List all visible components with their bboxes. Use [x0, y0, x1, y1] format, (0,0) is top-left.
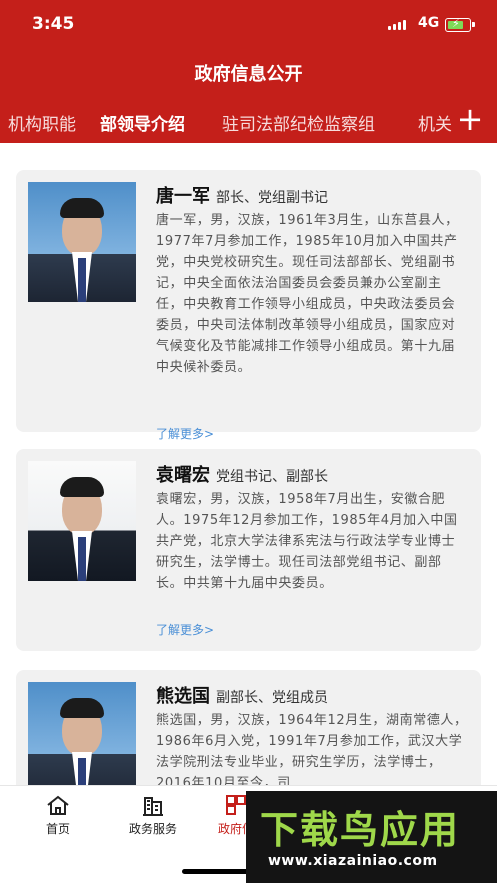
- add-tab-icon[interactable]: +: [455, 103, 485, 135]
- leader-role: 副部长、党组成员: [216, 690, 328, 706]
- status-time: 3:45: [32, 14, 75, 34]
- watermark-text: 下载鸟应用: [260, 808, 461, 852]
- leader-list: 唐一军 部长、党组副书记 唐一军，男，汉族，1961年3月生，山东莒县人，1977…: [0, 143, 497, 785]
- leader-card[interactable]: 唐一军 部长、党组副书记 唐一军，男，汉族，1961年3月生，山东莒县人，1977…: [16, 170, 481, 441]
- tabbar-home[interactable]: 首页: [18, 794, 98, 837]
- leader-role: 部长、党组副书记: [216, 190, 328, 206]
- signal-icon: [388, 20, 406, 30]
- tabbar-home-label: 首页: [45, 822, 70, 836]
- leader-photo: [28, 461, 136, 581]
- leader-photo: [28, 182, 136, 302]
- leader-role: 党组书记、副部长: [216, 469, 328, 485]
- leader-bio: 熊选国，男，汉族，1964年12月生，湖南常德人，1986年6月入党，1991年…: [156, 713, 468, 785]
- leader-bio: 唐一军，男，汉族，1961年3月生，山东莒县人，1977年7月参加工作，1985…: [156, 213, 459, 375]
- tab-discipline-inspection[interactable]: 驻司法部纪检监察组: [222, 110, 375, 135]
- learn-more-link[interactable]: 了解更多>: [156, 621, 214, 638]
- tabbar-services[interactable]: 政务服务: [113, 794, 193, 837]
- app-header: 3:45 4G ⚡ 政府信息公开 机构职能 部领导介绍 驻司法部纪检监察组 机关…: [0, 0, 497, 143]
- leader-bio: 袁曙宏，男，汉族，1958年7月出生，安徽合肥人。1975年12月参加工作，19…: [156, 492, 458, 591]
- leader-name: 唐一军 部长、党组副书记: [156, 186, 328, 207]
- network-type: 4G: [418, 15, 440, 31]
- watermark-url: www.xiazainiao.com: [268, 853, 438, 869]
- tabbar-services-label: 政务服务: [128, 822, 177, 836]
- building-icon: [143, 797, 163, 816]
- tab-organs[interactable]: 机关: [418, 110, 452, 135]
- leader-name: 袁曙宏 党组书记、副部长: [156, 465, 328, 486]
- page-title: 政府信息公开: [194, 64, 303, 85]
- tab-institution-functions[interactable]: 机构职能: [8, 110, 76, 135]
- leader-card[interactable]: 熊选国 副部长、党组成员 熊选国，男，汉族，1964年12月生，湖南常德人，198…: [16, 670, 481, 785]
- battery-icon: ⚡: [445, 17, 475, 32]
- home-icon: [47, 795, 69, 815]
- tab-ministry-leaders[interactable]: 部领导介绍: [100, 110, 185, 135]
- leader-name: 熊选国 副部长、党组成员: [156, 686, 328, 707]
- watermark: 下载鸟应用 www.xiazainiao.com: [246, 791, 497, 883]
- learn-more-link[interactable]: 了解更多>: [156, 425, 214, 442]
- category-tabs: 机构职能 部领导介绍 驻司法部纪检监察组 机关: [0, 110, 455, 140]
- leader-card[interactable]: 袁曙宏 党组书记、副部长 袁曙宏，男，汉族，1958年7月出生，安徽合肥人。197…: [16, 449, 481, 651]
- status-bar: 3:45 4G ⚡: [0, 8, 497, 40]
- leader-photo: [28, 682, 136, 785]
